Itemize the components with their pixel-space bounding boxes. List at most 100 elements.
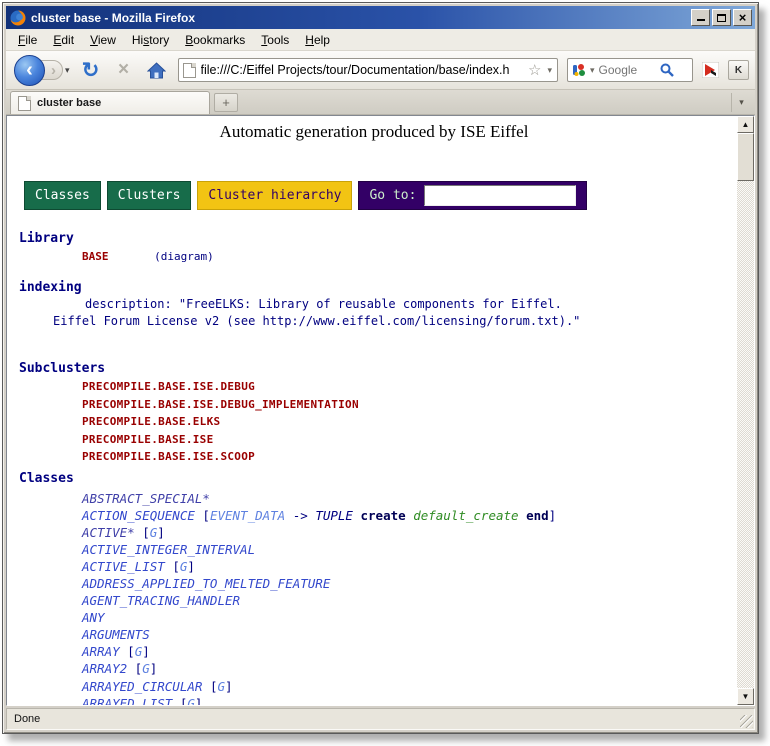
content-viewport: Automatic generation produced by ISE Eif… [6, 115, 755, 706]
subcluster-link[interactable]: PRECOMPILE.BASE.ISE.DEBUG_IMPLEMENTATION [82, 396, 737, 414]
class-link[interactable]: ARRAY [82, 644, 120, 659]
class-list-item: ACTIVE_INTEGER_INTERVAL [82, 541, 737, 558]
class-link[interactable]: G [142, 661, 150, 676]
classes-button[interactable]: Classes [24, 181, 101, 210]
home-button[interactable] [145, 58, 169, 82]
search-icon[interactable] [660, 63, 674, 77]
doc-nav-buttons: Classes Clusters Cluster hierarchy Go to… [24, 181, 737, 210]
class-link[interactable]: TUPLE [315, 508, 353, 523]
class-link[interactable]: ADDRESS_APPLIED_TO_MELTED_FEATURE [82, 576, 330, 591]
class-item-text: ] [195, 696, 203, 705]
tab-label: cluster base [37, 97, 101, 109]
class-link[interactable]: ABSTRACT_SPECIAL* [82, 491, 210, 506]
class-link[interactable]: ANY [82, 610, 105, 625]
classes-heading: Classes [19, 470, 737, 487]
close-button[interactable]: × [733, 9, 752, 26]
class-link[interactable]: ARRAY2 [82, 661, 127, 676]
goto-input[interactable] [424, 185, 576, 206]
subcluster-link[interactable]: PRECOMPILE.BASE.ELKS [82, 413, 737, 431]
cluster-hierarchy-button[interactable]: Cluster hierarchy [197, 181, 352, 210]
menu-edit[interactable]: Edit [45, 30, 82, 50]
menu-help[interactable]: Help [297, 30, 338, 50]
library-diagram-link[interactable]: (diagram) [154, 250, 214, 263]
class-item-text: [ [202, 679, 217, 694]
search-input[interactable] [599, 63, 657, 77]
search-engine-dropdown[interactable]: ▾ [589, 65, 596, 76]
tab-cluster-base[interactable]: cluster base [10, 91, 210, 114]
library-heading: Library [19, 230, 737, 247]
page-icon [183, 63, 196, 78]
library-row: BASE (diagram) [82, 248, 737, 265]
subcluster-link[interactable]: PRECOMPILE.BASE.ISE [82, 431, 737, 449]
class-link[interactable]: G [217, 679, 225, 694]
menu-bookmarks[interactable]: Bookmarks [177, 30, 253, 50]
minimize-button[interactable] [691, 9, 710, 26]
menu-file[interactable]: File [10, 30, 45, 50]
menu-tools[interactable]: Tools [253, 30, 297, 50]
history-dropdown-button[interactable]: ▾ [65, 65, 70, 76]
class-item-text: [ [195, 508, 210, 523]
library-base-link[interactable]: BASE [82, 250, 109, 263]
stop-button[interactable]: × [112, 58, 136, 82]
class-link[interactable]: ACTIVE_LIST [82, 559, 165, 574]
back-button[interactable]: ‹ [14, 55, 45, 86]
menu-view[interactable]: View [82, 30, 124, 50]
subcluster-link[interactable]: PRECOMPILE.BASE.ISE.DEBUG [82, 378, 737, 396]
class-item-text: -> [285, 508, 315, 523]
maximize-button[interactable] [712, 9, 731, 26]
scrollbar-thumb[interactable] [737, 133, 754, 181]
k-toolbar-button[interactable]: K [728, 60, 749, 80]
class-link[interactable]: G [187, 696, 195, 705]
tab-page-icon [18, 96, 31, 111]
class-item-text: [ [172, 696, 187, 705]
class-list-item: ADDRESS_APPLIED_TO_MELTED_FEATURE [82, 575, 737, 592]
class-link[interactable]: ARRAYED_LIST [82, 696, 172, 705]
class-item-text [519, 508, 527, 523]
subcluster-link[interactable]: PRECOMPILE.BASE.ISE.SCOOP [82, 448, 737, 466]
list-all-tabs-button[interactable]: ▾ [731, 93, 751, 112]
vertical-scrollbar[interactable]: ▲ ▼ [737, 116, 754, 705]
class-item-text: [ [120, 644, 135, 659]
class-item-text [353, 508, 361, 523]
class-link[interactable]: ACTIVE* [82, 525, 135, 540]
bookmark-star-icon[interactable]: ☆ [528, 61, 541, 79]
class-link[interactable]: ARGUMENTS [82, 627, 150, 642]
class-link[interactable]: ARRAYED_CIRCULAR [82, 679, 202, 694]
address-bar[interactable]: file:///C:/Eiffel Projects/tour/Document… [178, 58, 558, 82]
page-title: Automatic generation produced by ISE Eif… [19, 123, 729, 143]
goto-box: Go to: [358, 181, 587, 210]
class-list-item: ARRAYED_LIST [G] [82, 695, 737, 705]
home-icon [147, 62, 166, 79]
scroll-down-button[interactable]: ▼ [737, 688, 754, 705]
class-item-text: ] [187, 559, 195, 574]
class-link[interactable]: AGENT_TRACING_HANDLER [82, 593, 240, 608]
class-item-text: ] [150, 661, 158, 676]
new-tab-button[interactable]: + [214, 93, 238, 112]
search-box[interactable]: ▾ [567, 58, 693, 82]
back-icon: ‹ [26, 59, 33, 82]
clusters-button[interactable]: Clusters [107, 181, 192, 210]
class-link[interactable]: ACTIVE_INTEGER_INTERVAL [82, 542, 255, 557]
browser-window: cluster base - Mozilla Firefox × FileEdi… [2, 2, 759, 734]
subclusters-heading: Subclusters [19, 360, 737, 377]
class-link[interactable]: EVENT_DATA [210, 508, 285, 523]
urlbar-dropdown-button[interactable]: ▾ [546, 65, 553, 76]
indexing-heading: indexing [19, 279, 737, 296]
tab-bar: cluster base + ▾ [6, 90, 755, 115]
google-logo-icon[interactable] [572, 63, 586, 77]
class-list-item: ARGUMENTS [82, 626, 737, 643]
close-icon: × [739, 11, 747, 24]
goto-label: Go to: [369, 187, 416, 204]
menu-history[interactable]: History [124, 30, 177, 50]
status-bar: Done [6, 708, 755, 730]
title-bar: cluster base - Mozilla Firefox × [6, 6, 755, 29]
resize-grip[interactable] [740, 715, 753, 728]
antivirus-icon[interactable] [702, 62, 719, 78]
refresh-icon: ↻ [82, 58, 100, 83]
class-link[interactable]: default_create [413, 508, 518, 523]
minimize-icon [697, 13, 705, 21]
url-text[interactable]: file:///C:/Eiffel Projects/tour/Document… [201, 63, 523, 77]
scroll-up-button[interactable]: ▲ [737, 116, 754, 133]
refresh-button[interactable]: ↻ [79, 58, 103, 82]
class-link[interactable]: ACTION_SEQUENCE [82, 508, 195, 523]
